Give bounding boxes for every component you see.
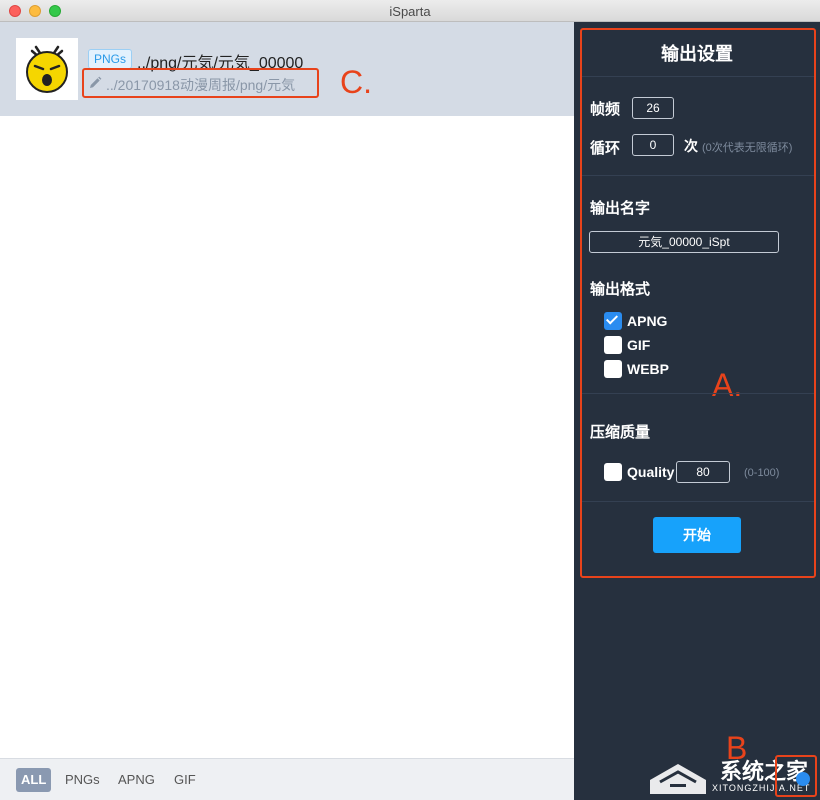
- output-settings-panel: 输出设置 帧频 26 循环 0 次 (0次代表无限循环) 输出名字 元気_000…: [574, 22, 820, 800]
- divider: [582, 393, 814, 394]
- file-type-badge: PNGs: [88, 49, 133, 69]
- divider: [582, 175, 814, 176]
- filter-all[interactable]: ALL: [16, 768, 52, 792]
- annotation-label-c: C.: [340, 64, 372, 100]
- quality-label: Quality: [627, 464, 675, 480]
- loop-input[interactable]: 0: [632, 134, 674, 156]
- divider: [582, 76, 814, 77]
- filter-apng[interactable]: APNG: [118, 768, 155, 792]
- gif-checkbox[interactable]: [604, 336, 622, 354]
- help-icon[interactable]: [796, 772, 810, 786]
- apng-label: APNG: [627, 313, 668, 329]
- window-title: iSparta: [389, 4, 431, 19]
- fps-label: 帧频: [590, 101, 621, 118]
- quality-checkbox[interactable]: [604, 463, 622, 481]
- check-icon: [605, 312, 619, 325]
- divider: [582, 501, 814, 502]
- loop-hint: (0次代表无限循环): [702, 142, 793, 154]
- apng-checkbox[interactable]: [604, 312, 622, 330]
- output-format-label: 输出格式: [590, 281, 651, 298]
- quality-input[interactable]: 80: [676, 461, 730, 483]
- file-list-item[interactable]: PNGs ../png/元気/元気_00000 ../20170918动漫周报/…: [0, 22, 574, 116]
- output-name-label: 输出名字: [590, 200, 651, 217]
- loop-label: 循环: [590, 140, 621, 157]
- filter-pngs[interactable]: PNGs: [65, 768, 100, 792]
- quality-hint: (0-100): [744, 467, 780, 479]
- webp-label: WEBP: [627, 361, 669, 377]
- loop-unit: 次: [684, 138, 698, 154]
- file-list-pane: PNGs ../png/元気/元気_00000 ../20170918动漫周报/…: [0, 22, 574, 800]
- annotation-box-c: [82, 68, 319, 98]
- file-thumbnail: [16, 38, 78, 100]
- filter-gif[interactable]: GIF: [174, 768, 196, 792]
- annotation-label-a: A.: [712, 367, 743, 403]
- compression-quality-label: 压缩质量: [590, 424, 651, 441]
- webp-checkbox[interactable]: [604, 360, 622, 378]
- start-button[interactable]: 开始: [653, 517, 741, 553]
- window-titlebar: iSparta: [0, 0, 820, 22]
- gif-label: GIF: [627, 337, 651, 353]
- output-name-input[interactable]: 元気_00000_iSpt: [589, 231, 779, 253]
- filter-bar: ALL PNGs APNG GIF: [0, 758, 574, 800]
- panel-title: 输出设置: [661, 44, 733, 64]
- fps-input[interactable]: 26: [632, 97, 674, 119]
